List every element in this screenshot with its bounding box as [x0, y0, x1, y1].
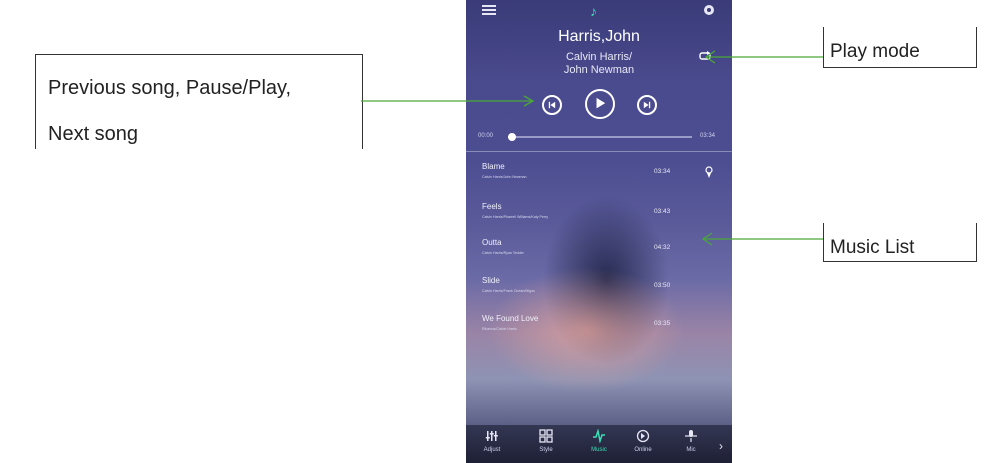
- divider: [466, 151, 732, 152]
- track-artist: Calvin Harris/Ryan Tedder: [482, 251, 524, 255]
- previous-song-button[interactable]: [542, 95, 562, 115]
- list-item[interactable]: Outta Calvin Harris/Ryan Tedder 04:32: [466, 232, 732, 264]
- list-item[interactable]: Feels Calvin Harris/Pharrell Williams/Ka…: [466, 196, 732, 228]
- phone-screen: ♪ Harris,John Calvin Harris/ John Newman…: [466, 0, 732, 463]
- gear-icon[interactable]: [702, 3, 716, 17]
- total-time: 03:34: [700, 133, 716, 139]
- nav-label: Style: [539, 447, 553, 453]
- playmode-callout: Play mode: [823, 27, 977, 68]
- menu-icon[interactable]: [482, 5, 496, 15]
- callout-text-line1: Previous song, Pause/Play,: [48, 77, 292, 99]
- track-name: Outta: [482, 238, 502, 247]
- musiclist-callout: Music List: [823, 223, 977, 262]
- nav-item-online[interactable]: Online: [623, 429, 663, 461]
- track-duration: 03:35: [654, 320, 671, 327]
- grid-icon: [539, 429, 553, 443]
- track-duration: 04:32: [654, 244, 671, 251]
- equalizer-icon: [485, 431, 498, 441]
- track-duration: 03:50: [654, 282, 671, 289]
- music-note-icon: [593, 429, 605, 443]
- play-pause-button[interactable]: [585, 89, 615, 119]
- nav-item-mic[interactable]: Mic: [671, 429, 711, 461]
- artist-line2: John Newman: [563, 64, 635, 76]
- list-item[interactable]: Blame Calvin Harris/John Newman 03:34: [466, 156, 732, 188]
- track-artist: Calvin Harris/John Newman: [482, 175, 527, 179]
- mic-icon: [685, 430, 697, 442]
- track-artist: Rihanna/Calvin Harris: [482, 327, 517, 331]
- track-name: Blame: [482, 162, 505, 171]
- song-title: Harris,John: [558, 28, 640, 45]
- chevron-right-icon[interactable]: ›: [719, 439, 723, 453]
- progress-slider[interactable]: [507, 133, 692, 141]
- track-name: Feels: [482, 202, 502, 211]
- track-duration: 03:34: [654, 168, 671, 175]
- nav-item-music[interactable]: Music: [579, 429, 619, 461]
- playmode-callout-text: Play mode: [830, 41, 920, 62]
- nav-label: Music: [591, 447, 607, 453]
- now-playing-icon: [705, 166, 713, 178]
- nav-item-adjust[interactable]: Adjust: [472, 429, 512, 461]
- track-artist: Calvin Harris/Frank Ocean/Migos: [482, 289, 535, 293]
- nav-label: Adjust: [483, 447, 501, 453]
- online-icon: [636, 429, 650, 443]
- repeat-icon[interactable]: [698, 51, 712, 61]
- song-artist: Calvin Harris/ John Newman: [466, 51, 732, 77]
- skip-next-icon: [643, 101, 651, 109]
- nav-item-style[interactable]: Style: [526, 429, 566, 461]
- track-artist: Calvin Harris/Pharrell Williams/Katy Per…: [482, 215, 549, 219]
- music-note-icon: ♪: [590, 3, 597, 19]
- callout-text-line2: Next song: [48, 123, 139, 145]
- play-icon: [596, 97, 606, 109]
- track-duration: 03:43: [654, 208, 671, 215]
- track-name: We Found Love: [482, 314, 539, 323]
- nav-label: Online: [634, 447, 652, 453]
- list-item[interactable]: We Found Love Rihanna/Calvin Harris 03:3…: [466, 308, 732, 340]
- list-item[interactable]: Slide Calvin Harris/Frank Ocean/Migos 03…: [466, 270, 732, 302]
- skip-previous-icon: [548, 101, 556, 109]
- controls-callout: Previous song, Pause/Play, Next song: [35, 54, 363, 149]
- bottom-nav: Adjust Style Music Online Mic ›: [466, 425, 732, 463]
- top-bar: ♪: [466, 0, 732, 22]
- next-song-button[interactable]: [637, 95, 657, 115]
- musiclist-callout-text: Music List: [830, 237, 915, 258]
- progress-knob[interactable]: [507, 133, 516, 141]
- track-name: Slide: [482, 276, 500, 285]
- nav-label: Mic: [686, 447, 696, 453]
- artist-line1: Calvin Harris/: [565, 51, 632, 63]
- elapsed-time: 00:00: [478, 133, 494, 139]
